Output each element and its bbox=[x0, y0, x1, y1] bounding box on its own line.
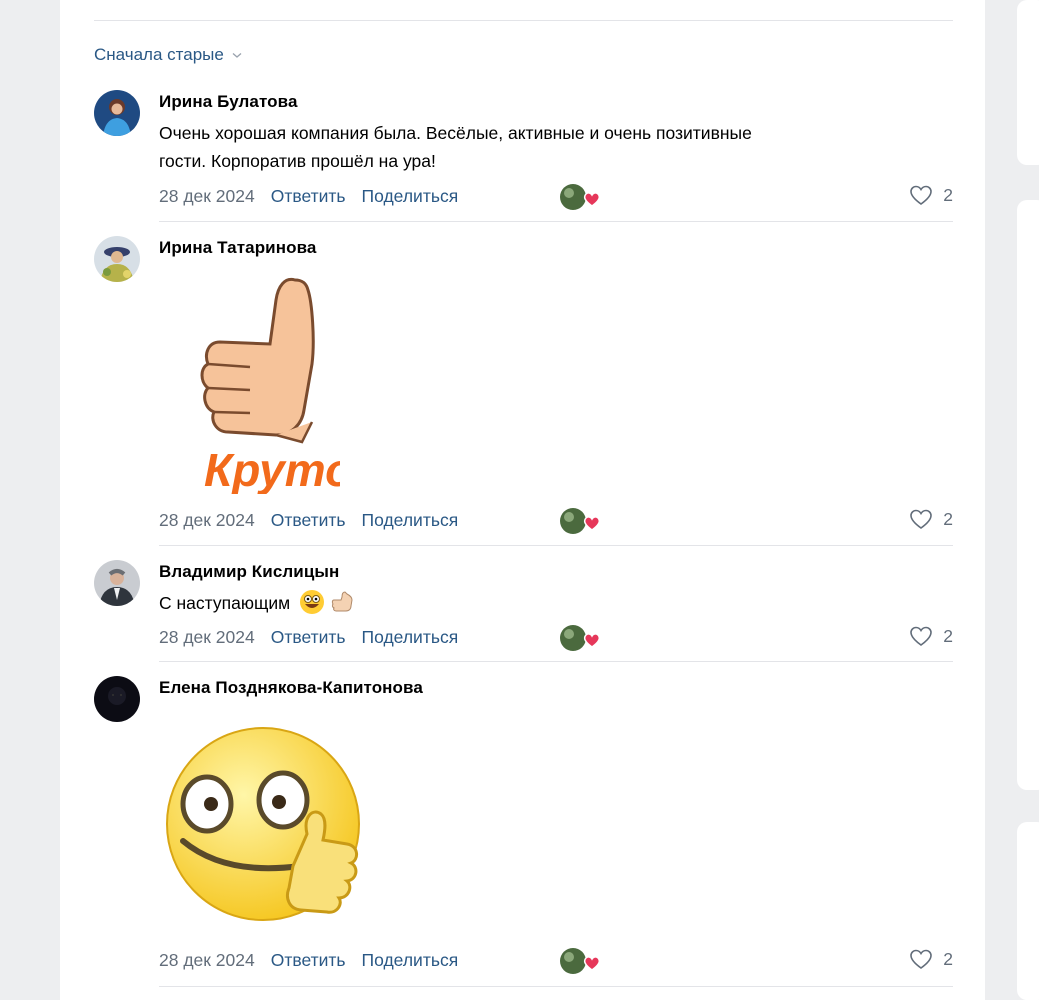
heart-outline-icon bbox=[910, 626, 933, 646]
comment-meta: 28 дек 2024 Ответить Поделиться 2 bbox=[159, 946, 953, 974]
reply-button[interactable]: Ответить bbox=[271, 510, 346, 531]
share-button[interactable]: Поделиться bbox=[362, 627, 459, 648]
reply-button[interactable]: Ответить bbox=[271, 186, 346, 207]
like-button[interactable]: 2 bbox=[909, 508, 953, 530]
comment-date: 28 дек 2024 bbox=[159, 509, 255, 530]
comment-date: 28 дек 2024 bbox=[159, 185, 255, 206]
right-panel-card bbox=[1017, 0, 1039, 165]
comment-author[interactable]: Елена Позднякова-Капитонова bbox=[159, 678, 423, 698]
like-count: 2 bbox=[943, 625, 953, 646]
smiley-thumbs-up-sticker bbox=[166, 727, 360, 921]
reply-button[interactable]: Ответить bbox=[271, 627, 346, 648]
sort-label: Сначала старые bbox=[94, 45, 224, 64]
heart-outline-icon bbox=[910, 949, 933, 969]
comment-text: С наступающим bbox=[159, 589, 949, 617]
right-panel-card bbox=[1017, 822, 1039, 1000]
sticker-caption: Круто bbox=[204, 444, 340, 494]
comment-meta: 28 дек 2024 Ответить Поделиться 2 bbox=[159, 506, 953, 534]
avatar[interactable] bbox=[94, 676, 140, 722]
avatar[interactable] bbox=[94, 90, 140, 136]
heart-outline-icon bbox=[910, 185, 933, 205]
comment-author[interactable]: Ирина Булатова bbox=[159, 92, 298, 112]
comment-text-line: гости. Корпоратив прошёл на ура! bbox=[159, 151, 436, 171]
like-button[interactable]: 2 bbox=[909, 625, 953, 647]
share-button[interactable]: Поделиться bbox=[362, 186, 459, 207]
like-count: 2 bbox=[943, 948, 953, 969]
like-button[interactable]: 2 bbox=[909, 184, 953, 206]
like-count: 2 bbox=[943, 508, 953, 529]
comment-date: 28 дек 2024 bbox=[159, 626, 255, 647]
like-count: 2 bbox=[943, 184, 953, 205]
divider bbox=[94, 20, 953, 21]
like-button[interactable]: 2 bbox=[909, 948, 953, 970]
heart-outline-icon bbox=[910, 509, 933, 529]
liker-avatar[interactable] bbox=[559, 623, 599, 653]
avatar[interactable] bbox=[94, 560, 140, 606]
reply-button[interactable]: Ответить bbox=[271, 950, 346, 971]
thumbs-up-emoji-icon bbox=[331, 591, 353, 612]
comment-meta: 28 дек 2024 Ответить Поделиться 2 bbox=[159, 182, 953, 210]
divider bbox=[159, 545, 953, 546]
liker-avatar[interactable] bbox=[559, 506, 599, 536]
share-button[interactable]: Поделиться bbox=[362, 950, 459, 971]
share-button[interactable]: Поделиться bbox=[362, 510, 459, 531]
thumbs-up-sticker: Круто bbox=[200, 277, 340, 494]
avatar[interactable] bbox=[94, 236, 140, 282]
comment-text: Очень хорошая компания была. Весёлые, ак… bbox=[159, 119, 949, 175]
divider bbox=[159, 661, 953, 662]
liker-avatar[interactable] bbox=[559, 182, 599, 212]
chevron-down-icon bbox=[232, 53, 242, 58]
right-panel-card bbox=[1017, 200, 1039, 790]
divider bbox=[159, 221, 953, 222]
sort-dropdown[interactable]: Сначала старые bbox=[94, 45, 243, 65]
comment-author[interactable]: Ирина Татаринова bbox=[159, 238, 316, 258]
comment-meta: 28 дек 2024 Ответить Поделиться 2 bbox=[159, 623, 953, 651]
comment-text-line: Очень хорошая компания была. Весёлые, ак… bbox=[159, 123, 752, 143]
divider bbox=[159, 986, 953, 987]
comment-date: 28 дек 2024 bbox=[159, 949, 255, 970]
liker-avatar[interactable] bbox=[559, 946, 599, 976]
comment-author[interactable]: Владимир Кислицын bbox=[159, 562, 339, 582]
grinning-emoji-icon bbox=[300, 590, 325, 614]
comment-text-line: С наступающим bbox=[159, 593, 291, 613]
